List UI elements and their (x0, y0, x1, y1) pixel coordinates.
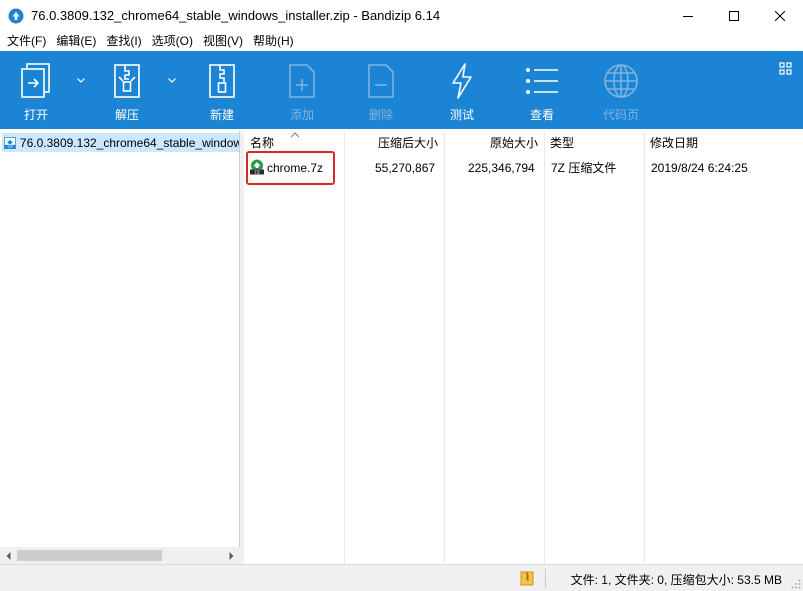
minimize-icon (683, 15, 693, 17)
close-icon (775, 10, 785, 21)
new-archive-button[interactable]: 新建 (200, 51, 244, 129)
add-file-icon (289, 64, 315, 98)
maximize-icon (729, 10, 739, 21)
scroll-right-button[interactable] (223, 547, 240, 564)
new-label: 新建 (209, 108, 234, 122)
list-view-icon (526, 68, 558, 94)
scroll-left-button[interactable] (0, 547, 17, 564)
tree-horizontal-scrollbar[interactable] (0, 547, 240, 564)
codepage-button[interactable]: 代码页 (599, 51, 643, 129)
extract-button[interactable]: 解压 (105, 51, 149, 129)
file-list[interactable]: 名称 压缩后大小 原始大小 类型 修改日期 7Z chrome.7z 55,27… (244, 131, 803, 564)
resize-grip-icon[interactable] (791, 579, 801, 589)
title-bar: 76.0.3809.132_chrome64_stable_windows_in… (0, 0, 803, 31)
menu-edit[interactable]: 编辑(E) (51, 31, 101, 51)
file-modified-date: 2019/8/24 6:24:25 (651, 161, 748, 175)
sort-ascending-icon (290, 132, 300, 138)
lightning-icon (452, 63, 472, 99)
close-button[interactable] (757, 0, 803, 31)
delete-label: 删除 (368, 108, 393, 122)
extract-label: 解压 (114, 108, 139, 122)
open-dropdown[interactable] (74, 73, 88, 87)
toolbar: 打开 解压 新建 添加 删除 测试 查看 代码页 (0, 51, 803, 129)
open-label: 打开 (23, 108, 48, 122)
view-label: 查看 (529, 108, 554, 122)
column-header-packed-size[interactable]: 压缩后大小 (378, 131, 438, 156)
delete-button[interactable]: 删除 (359, 51, 403, 129)
maximize-button[interactable] (711, 0, 757, 31)
chevron-down-icon (77, 77, 85, 83)
layout-grid-icon[interactable] (779, 62, 793, 76)
extract-dropdown[interactable] (165, 73, 179, 87)
zip-archive-icon: ZIP (4, 136, 16, 149)
column-divider[interactable] (444, 131, 445, 564)
minimize-button[interactable] (665, 0, 711, 31)
highlight-annotation (246, 151, 335, 185)
menu-options[interactable]: 选项(O) (147, 31, 198, 51)
chevron-left-icon (6, 551, 11, 560)
file-type: 7Z 压缩文件 (551, 161, 617, 175)
new-archive-icon (209, 64, 235, 98)
folder-tree[interactable]: ZIP 76.0.3809.132_chrome64_stable_window… (0, 131, 240, 564)
tree-item-archive-root[interactable]: ZIP 76.0.3809.132_chrome64_stable_window… (2, 133, 239, 152)
file-original-size: 225,346,794 (468, 161, 535, 175)
menu-help[interactable]: 帮助(H) (248, 31, 299, 51)
globe-icon (604, 64, 638, 98)
column-header-original-size[interactable]: 原始大小 (490, 131, 538, 156)
menu-bar: 文件(F) 编辑(E) 查找(I) 选项(O) 视图(V) 帮助(H) (0, 31, 803, 51)
chevron-down-icon (168, 77, 176, 83)
archive-info-icon[interactable] (520, 571, 534, 586)
open-button[interactable]: 打开 (14, 51, 58, 129)
status-bar: 文件: 1, 文件夹: 0, 压缩包大小: 53.5 MB (0, 564, 803, 591)
view-button[interactable]: 查看 (520, 51, 564, 129)
status-divider (545, 569, 546, 588)
test-button[interactable]: 测试 (440, 51, 484, 129)
file-packed-size: 55,270,867 (375, 161, 436, 175)
chevron-right-icon (229, 551, 234, 560)
delete-file-icon (368, 64, 394, 98)
column-header-type[interactable]: 类型 (550, 131, 574, 156)
scroll-thumb[interactable] (17, 550, 162, 561)
add-button[interactable]: 添加 (280, 51, 324, 129)
status-summary: 文件: 1, 文件夹: 0, 压缩包大小: 53.5 MB (570, 573, 782, 587)
bandizip-app-icon[interactable] (8, 8, 24, 24)
column-header-modified[interactable]: 修改日期 (650, 131, 698, 156)
add-label: 添加 (289, 108, 314, 122)
tree-item-label: 76.0.3809.132_chrome64_stable_windows_in… (19, 135, 239, 150)
window-title: 76.0.3809.132_chrome64_stable_windows_in… (31, 8, 441, 23)
column-divider[interactable] (344, 131, 345, 564)
window-controls (665, 0, 803, 31)
column-divider[interactable] (644, 131, 645, 564)
extract-icon (114, 64, 140, 98)
open-icon (21, 63, 50, 98)
menu-file[interactable]: 文件(F) (2, 31, 51, 51)
column-divider[interactable] (544, 131, 545, 564)
codepage-label: 代码页 (602, 108, 639, 122)
svg-text:ZIP: ZIP (7, 145, 12, 149)
menu-find[interactable]: 查找(I) (101, 31, 146, 51)
menu-view[interactable]: 视图(V) (198, 31, 248, 51)
test-label: 测试 (449, 108, 474, 122)
